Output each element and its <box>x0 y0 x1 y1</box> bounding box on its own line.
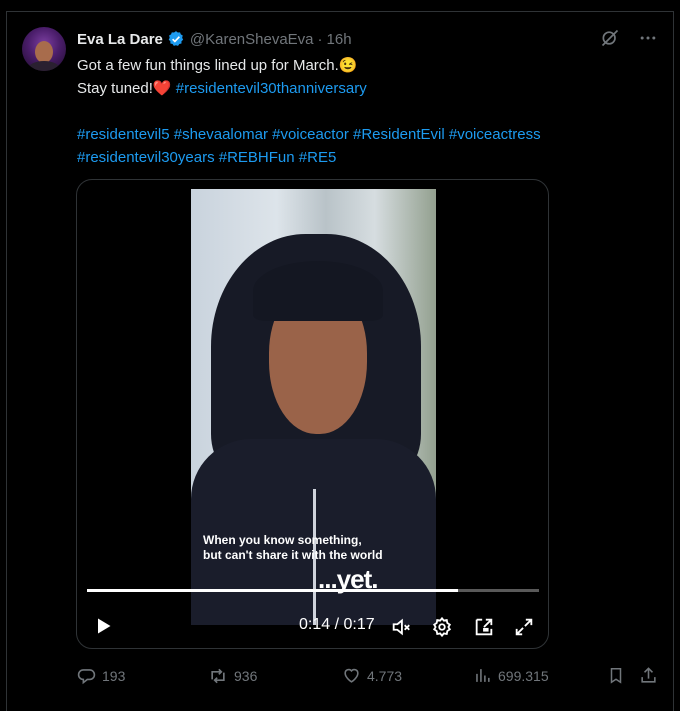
picture-in-picture-icon[interactable] <box>473 616 495 643</box>
video-bangs-shape <box>253 261 383 321</box>
reply-button[interactable]: 193 <box>77 666 125 685</box>
author-name[interactable]: Eva La Dare <box>77 31 163 48</box>
play-icon[interactable] <box>93 616 113 641</box>
video-caption: When you know something, but can't share… <box>203 533 433 563</box>
tweet-line-2-text: Stay tuned! <box>77 80 153 97</box>
top-right-actions <box>600 28 658 53</box>
video-time: 0:14 / 0:17 <box>299 616 375 633</box>
views-button[interactable]: 699.315 <box>473 666 549 685</box>
video-progress-fill <box>87 589 458 592</box>
heart-emoji: ❤️ <box>152 80 172 97</box>
like-count: 4.773 <box>367 667 403 684</box>
like-button[interactable]: 4.773 <box>342 666 402 685</box>
grok-icon[interactable] <box>600 28 620 53</box>
hashtags-line-2[interactable]: #residentevil30years #REBHFun #RE5 <box>77 146 637 169</box>
gear-icon[interactable] <box>431 616 453 643</box>
reply-count: 193 <box>102 667 126 684</box>
hashtags-line-1[interactable]: #residentevil5 #shevaalomar #voiceactor … <box>77 123 637 146</box>
repost-count: 936 <box>234 668 258 684</box>
post-time[interactable]: 16h <box>327 31 352 48</box>
repost-button[interactable]: 936 <box>208 666 257 686</box>
avatar-face <box>35 41 53 63</box>
wink-emoji: 😉 <box>338 57 358 74</box>
repost-icon <box>208 666 228 686</box>
tweet-line-1: Got a few fun things lined up for March.… <box>77 54 637 77</box>
tweet-text: Got a few fun things lined up for March.… <box>77 54 637 169</box>
volume-muted-icon[interactable] <box>390 616 412 643</box>
video-frame[interactable]: When you know something, but can't share… <box>191 189 436 625</box>
bookmark-icon <box>607 666 625 685</box>
video-caption-line-2: but can't share it with the world <box>203 548 383 562</box>
video-controls: 0:14 / 0:17 <box>77 610 548 643</box>
heart-icon <box>342 666 361 685</box>
views-count: 699.315 <box>498 667 549 684</box>
reply-icon <box>77 666 96 685</box>
more-icon[interactable] <box>638 28 658 53</box>
video-player[interactable]: When you know something, but can't share… <box>76 179 549 649</box>
separator-dot: · <box>317 30 323 48</box>
bookmark-button[interactable] <box>607 666 625 685</box>
hashtag-link[interactable]: #residentevil30thanniversary <box>176 80 367 97</box>
author-handle[interactable]: @KarenShevaEva <box>190 31 314 48</box>
tweet-header: Eva La Dare @KarenShevaEva · 16h <box>77 29 352 49</box>
video-progress-bar[interactable] <box>87 589 539 592</box>
share-button[interactable] <box>639 666 658 685</box>
avatar[interactable] <box>22 27 66 71</box>
avatar-body <box>28 61 60 71</box>
video-caption-line-1: When you know something, <box>203 533 362 547</box>
views-icon <box>473 666 492 685</box>
fullscreen-icon[interactable] <box>513 616 535 643</box>
share-icon <box>639 666 658 685</box>
verified-badge-icon[interactable] <box>167 30 185 48</box>
tweet-actions: 193 936 4.773 699.315 <box>77 666 659 688</box>
tweet-line-2: Stay tuned!❤️ #residentevil30thanniversa… <box>77 77 637 100</box>
tweet-line-1-text: Got a few fun things lined up for March. <box>77 57 339 74</box>
